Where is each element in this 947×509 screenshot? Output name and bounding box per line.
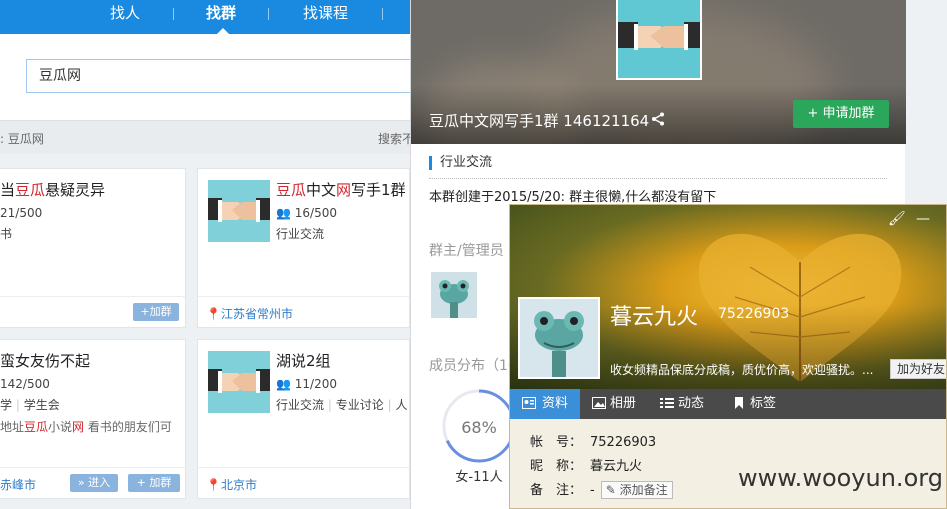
profile-tabs: 资料 相册 动态 标签 — [510, 389, 946, 419]
nav-separator — [268, 8, 269, 20]
profile-avatar[interactable] — [518, 297, 600, 379]
group-tags: 行业交流 | 专业讨论 | 人 — [276, 398, 408, 412]
nav-find-people[interactable]: 找人 — [110, 2, 140, 23]
apply-join-button[interactable]: + 申请加群 — [793, 100, 889, 128]
photo-icon — [592, 397, 606, 409]
add-friend-button[interactable]: 加为好友 — [890, 359, 946, 379]
member-count: 21/500 — [0, 206, 43, 220]
card-divider — [0, 296, 185, 297]
bookmark-icon — [735, 397, 743, 409]
group-banner: 豆瓜中文网写手1群 146121164 + 申请加群 — [411, 0, 906, 144]
group-category: 书 — [0, 227, 13, 241]
location-pin-icon: 📍 — [206, 307, 221, 321]
female-percentage: 68% — [461, 418, 497, 437]
card-divider — [198, 467, 409, 468]
admin-avatar[interactable] — [431, 272, 477, 318]
group-card-title: 当豆瓜悬疑灵异 — [0, 181, 106, 199]
watermark: www.wooyun.org — [738, 464, 943, 492]
group-card[interactable]: 当豆瓜悬疑灵异 21/500 书 +加群 — [0, 168, 186, 328]
divider — [429, 178, 887, 179]
group-category: 行业交流 — [276, 227, 325, 241]
group-location: 📍北京市 — [206, 478, 257, 492]
group-card-title: 蛮女友伤不起 — [0, 352, 91, 370]
admins-label: 群主/管理员 — [429, 243, 504, 259]
search-hint[interactable]: 搜索不 — [378, 130, 414, 147]
join-group-button[interactable]: +加群 — [133, 303, 179, 321]
member-count: 👥 11/200 — [276, 377, 337, 391]
card-divider — [0, 467, 185, 468]
profile-nickname: 暮云九火 — [610, 305, 699, 330]
profile-signature: 收女频精品保底分成稿，质优价高，欢迎骚扰。... — [610, 363, 874, 377]
top-navigation: 找人 找群 找课程 — [0, 0, 410, 34]
result-bar: : 豆瓜网 搜索不 — [0, 120, 414, 154]
member-count: 👥 16/500 — [276, 206, 337, 220]
group-card[interactable]: 湖说2组 👥 11/200 行业交流 | 专业讨论 | 人 📍北京市 — [197, 339, 410, 499]
members-icon: 👥 — [276, 206, 291, 220]
group-card[interactable]: 豆瓜中文网写手1群 👥 16/500 行业交流 📍江苏省常州市 — [197, 168, 410, 328]
handshake-icon — [618, 0, 700, 78]
chameleon-avatar-icon — [520, 299, 598, 377]
group-location: 赤峰市 — [0, 478, 37, 492]
edit-icon: ✎ — [605, 483, 616, 497]
group-location: 📍江苏省常州市 — [206, 307, 293, 321]
minimize-icon[interactable]: — — [916, 211, 930, 227]
member-count: 142/500 — [0, 377, 50, 391]
search-input[interactable]: 豆瓜网 — [26, 59, 426, 93]
group-title: 豆瓜中文网写手1群 146121164 — [429, 112, 650, 130]
tab-tags[interactable]: 标签 — [728, 389, 776, 419]
group-tag: 行业交流 — [429, 156, 492, 170]
info-row-nickname: 昵 称： 暮云九火 — [530, 459, 643, 474]
card-divider — [198, 296, 409, 297]
join-group-button[interactable]: + 加群 — [128, 474, 180, 492]
female-count: 女-11人 — [455, 470, 503, 485]
chameleon-avatar-icon — [431, 272, 477, 318]
share-icon[interactable] — [651, 112, 665, 126]
group-card[interactable]: 蛮女友伤不起 142/500 学 | 学生会 地址豆瓜小说网 看书的朋友们可 赤… — [0, 339, 186, 499]
nav-find-groups[interactable]: 找群 — [206, 2, 236, 23]
tab-profile[interactable]: 资料 — [510, 389, 580, 419]
result-keyword: : 豆瓜网 — [0, 132, 44, 146]
group-description: 地址豆瓜小说网 看书的朋友们可 — [0, 420, 172, 434]
group-avatar[interactable] — [208, 351, 270, 413]
nav-separator — [173, 8, 174, 20]
id-card-icon — [522, 397, 536, 409]
group-tags: 学 | 学生会 — [0, 398, 60, 412]
group-avatar[interactable] — [208, 180, 270, 242]
brush-icon[interactable]: 🖌 — [888, 211, 906, 227]
group-card-title: 豆瓜中文网写手1群 — [276, 181, 406, 199]
group-avatar — [616, 0, 702, 80]
group-created-info: 本群创建于2015/5/20: 群主很懒,什么都没有留下 — [429, 190, 717, 205]
member-distribution-label: 成员分布（10 — [429, 358, 517, 374]
profile-qq-number: 75226903 — [718, 306, 790, 322]
list-icon — [660, 398, 674, 408]
enter-group-button[interactable]: » 进入 — [70, 474, 118, 492]
tab-photos[interactable]: 相册 — [588, 389, 636, 419]
members-icon: 👥 — [276, 377, 291, 391]
nav-find-courses[interactable]: 找课程 — [303, 2, 348, 23]
handshake-icon — [208, 180, 270, 242]
add-remark-button[interactable]: ✎ 添加备注 — [600, 481, 673, 499]
search-area: 豆瓜网 — [0, 34, 426, 120]
tab-activity[interactable]: 动态 — [656, 389, 704, 419]
group-card-title: 湖说2组 — [276, 352, 331, 370]
info-row-account: 帐 号： 75226903 — [530, 435, 657, 450]
info-row-remark: 备 注： - ✎ 添加备注 — [530, 479, 673, 499]
location-pin-icon: 📍 — [206, 478, 221, 492]
nav-separator — [382, 8, 383, 20]
handshake-icon — [208, 351, 270, 413]
